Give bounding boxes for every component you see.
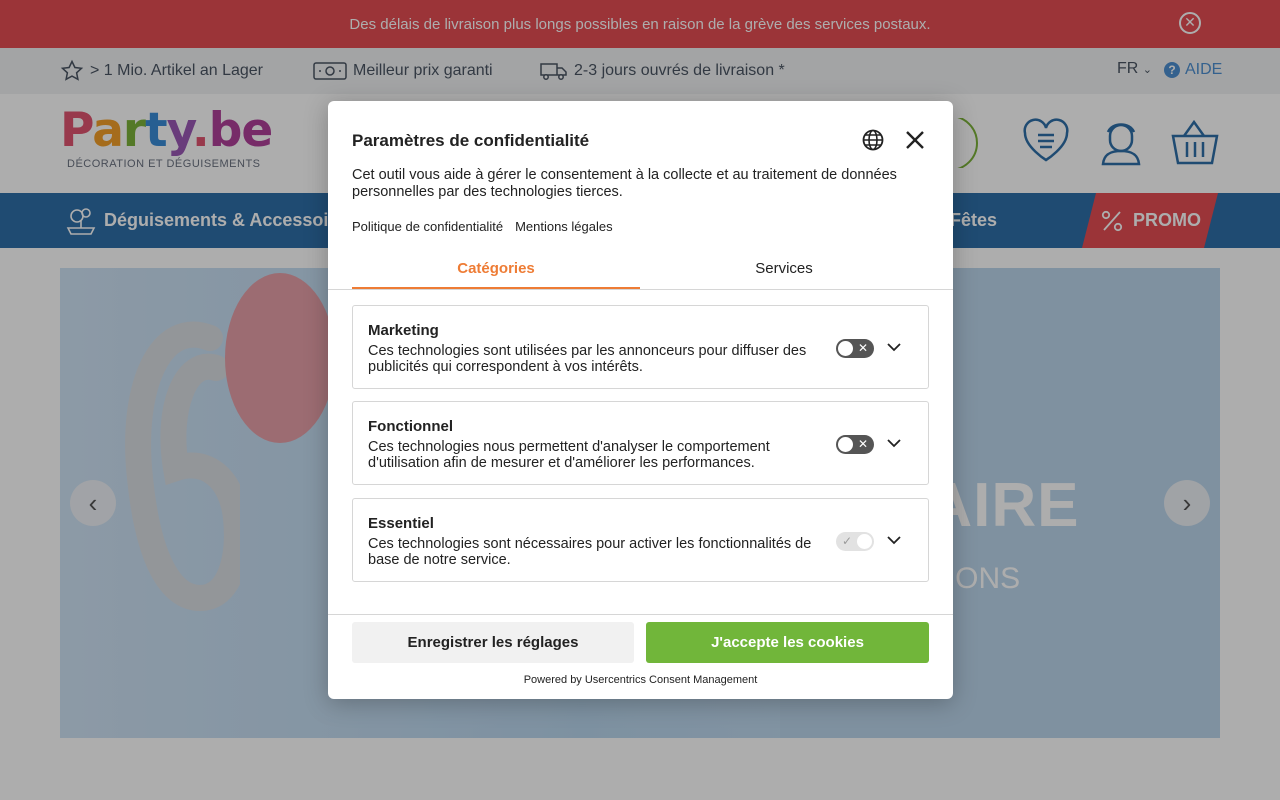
tab-services[interactable]: Services: [640, 256, 928, 289]
category-description: Ces technologies sont nécessaires pour a…: [368, 536, 812, 568]
tab-categories[interactable]: Catégories: [352, 256, 640, 289]
category-description: Ces technologies nous permettent d'analy…: [368, 439, 770, 471]
powered-by-text: Powered by Usercentrics Consent Manageme…: [523, 674, 758, 686]
globe-icon[interactable]: [862, 129, 884, 156]
marketing-toggle[interactable]: ✕: [836, 339, 874, 358]
save-settings-button[interactable]: Enregistrer les réglages: [352, 622, 634, 663]
modal-footer-divider: [328, 614, 953, 615]
category-title: Fonctionnel: [368, 418, 453, 435]
category-card-essential: Essentiel Ces technologies sont nécessai…: [352, 498, 929, 582]
accept-cookies-button[interactable]: J'accepte les cookies: [646, 622, 929, 663]
category-card-marketing: Marketing Ces technologies sont utilisée…: [352, 305, 929, 389]
chevron-down-icon[interactable]: [886, 338, 902, 361]
category-description: Ces technologies sont utilisées par les …: [368, 343, 807, 375]
category-title: Marketing: [368, 322, 439, 339]
privacy-settings-modal: Paramètres de confidentialité Cet outil …: [328, 101, 953, 699]
category-title: Essentiel: [368, 515, 434, 532]
chevron-down-icon[interactable]: [886, 434, 902, 457]
category-card-functional: Fonctionnel Ces technologies nous permet…: [352, 401, 929, 485]
modal-title: Paramètres de confidentialité: [352, 131, 590, 150]
close-icon[interactable]: [904, 129, 926, 156]
privacy-policy-link[interactable]: Politique de confidentialité: [352, 219, 503, 234]
chevron-down-icon[interactable]: [886, 531, 902, 554]
modal-tabs: Catégories Services: [328, 256, 953, 290]
legal-notice-link[interactable]: Mentions légales: [515, 219, 613, 234]
modal-links: Politique de confidentialité Mentions lé…: [352, 219, 613, 234]
functional-toggle[interactable]: ✕: [836, 435, 874, 454]
essential-toggle: ✓: [836, 532, 874, 551]
modal-description: Cet outil vous aide à gérer le consentem…: [352, 167, 897, 200]
